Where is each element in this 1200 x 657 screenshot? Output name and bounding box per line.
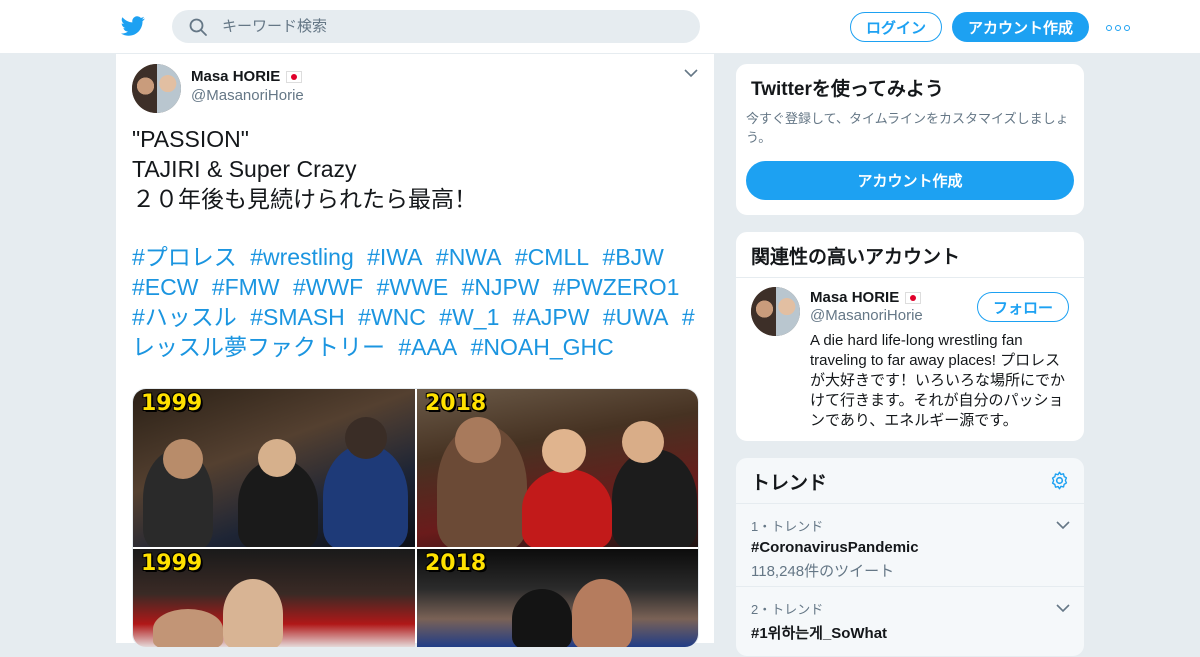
tweet-text: "PASSION" TAJIRI & Super Crazy ２０年後も見続けら… — [132, 126, 477, 212]
trends-title: トレンド — [751, 473, 828, 494]
twitter-bird-icon[interactable] — [120, 14, 146, 38]
signup-card-subtitle: 今すぐ登録して、タイムラインをカスタマイズしましょう。 — [746, 111, 1069, 145]
tweet-author[interactable]: Masa HORIE — [191, 68, 303, 85]
hashtag-link[interactable]: #NOAH_GHC — [471, 334, 614, 360]
signup-button[interactable]: アカウント作成 — [952, 12, 1089, 42]
tweet-media-grid[interactable]: 1999 2018 1999 2018 — [132, 388, 699, 648]
hashtag-link[interactable]: #SMASH — [250, 304, 345, 330]
account-name-text: Masa HORIE — [810, 289, 900, 306]
top-navigation-bar: ログイン アカウント作成 — [0, 0, 1200, 54]
hashtag-link[interactable]: #FMW — [212, 274, 280, 300]
chevron-down-icon[interactable] — [1056, 603, 1070, 613]
related-accounts-card: 関連性の高いアカウント Masa HORIE @MasanoriHorie フォ… — [735, 231, 1085, 442]
tweet-hashtags: #プロレス #wrestling #IWA #NWA #CMLL #BJW #E… — [132, 242, 702, 362]
media-photo[interactable]: 1999 — [133, 389, 415, 547]
trend-item[interactable]: 2・トレンド #1위하는게_SoWhat — [751, 599, 1071, 643]
hashtag-link[interactable]: #WWF — [293, 274, 363, 300]
hashtag-link[interactable]: #W_1 — [439, 304, 499, 330]
related-accounts-title: 関連性の高いアカウント — [751, 247, 961, 268]
year-label: 1999 — [141, 391, 203, 416]
chevron-down-icon[interactable] — [684, 68, 698, 78]
year-label: 2018 — [425, 551, 487, 576]
avatar[interactable] — [132, 64, 181, 113]
account-name[interactable]: Masa HORIE — [810, 289, 922, 306]
hashtag-link[interactable]: #NJPW — [462, 274, 540, 300]
hashtag-link[interactable]: #BJW — [602, 244, 663, 270]
account-handle[interactable]: @MasanoriHorie — [810, 307, 923, 324]
avatar[interactable] — [751, 287, 800, 336]
search-box[interactable] — [172, 10, 700, 43]
hashtag-link[interactable]: #WNC — [358, 304, 426, 330]
hashtag-link[interactable]: #プロレス — [132, 244, 237, 270]
search-icon — [189, 18, 207, 36]
trend-meta: 1・トレンド — [751, 519, 824, 534]
japan-flag-icon — [286, 70, 303, 83]
gear-icon[interactable] — [1049, 470, 1070, 491]
year-label: 2018 — [425, 391, 487, 416]
trend-tweet-count: 118,248件のツイート — [751, 563, 895, 580]
account-bio: A die hard life-long wrestling fan trave… — [810, 332, 1066, 429]
hashtag-link[interactable]: #wrestling — [250, 244, 354, 270]
create-account-button[interactable]: アカウント作成 — [746, 161, 1074, 200]
chevron-down-icon[interactable] — [1056, 520, 1070, 530]
trends-card: トレンド 1・トレンド #CoronavirusPandemic 118,248… — [735, 457, 1085, 657]
hashtag-link[interactable]: #PWZERO1 — [553, 274, 680, 300]
author-name: Masa HORIE — [191, 68, 281, 85]
trend-item[interactable]: 1・トレンド #CoronavirusPandemic 118,248件のツイー… — [751, 516, 1071, 581]
hashtag-link[interactable]: #UWA — [603, 304, 669, 330]
login-button[interactable]: ログイン — [850, 12, 942, 42]
signup-card-title: Twitterを使ってみよう — [751, 79, 944, 100]
divider — [736, 277, 1084, 278]
divider — [736, 503, 1084, 504]
follow-button[interactable]: フォロー — [977, 292, 1069, 322]
media-photo[interactable]: 2018 — [417, 389, 698, 547]
divider — [736, 586, 1084, 587]
hashtag-link[interactable]: #CMLL — [515, 244, 589, 270]
hashtag-link[interactable]: #NWA — [436, 244, 502, 270]
trend-meta: 2・トレンド — [751, 602, 824, 617]
more-options-icon[interactable] — [1106, 24, 1130, 32]
year-label: 1999 — [141, 551, 203, 576]
trend-title[interactable]: #1위하는게_SoWhat — [751, 622, 1071, 643]
japan-flag-icon — [905, 291, 922, 304]
hashtag-link[interactable]: #ハッスル — [132, 304, 237, 330]
hashtag-link[interactable]: #AJPW — [513, 304, 590, 330]
media-photo[interactable]: 2018 — [417, 549, 698, 647]
signup-card: Twitterを使ってみよう 今すぐ登録して、タイムラインをカスタマイズしましょ… — [735, 63, 1085, 216]
hashtag-link[interactable]: #ECW — [132, 274, 198, 300]
hashtag-link[interactable]: #IWA — [367, 244, 422, 270]
trend-title[interactable]: #CoronavirusPandemic — [751, 539, 1071, 556]
hashtag-link[interactable]: #AAA — [398, 334, 457, 360]
search-input[interactable] — [222, 10, 682, 43]
tweet-card: Masa HORIE @MasanoriHorie "PASSION" TAJI… — [115, 54, 715, 648]
hashtag-link[interactable]: #WWE — [377, 274, 449, 300]
author-handle[interactable]: @MasanoriHorie — [191, 87, 304, 104]
media-photo[interactable]: 1999 — [133, 549, 415, 647]
